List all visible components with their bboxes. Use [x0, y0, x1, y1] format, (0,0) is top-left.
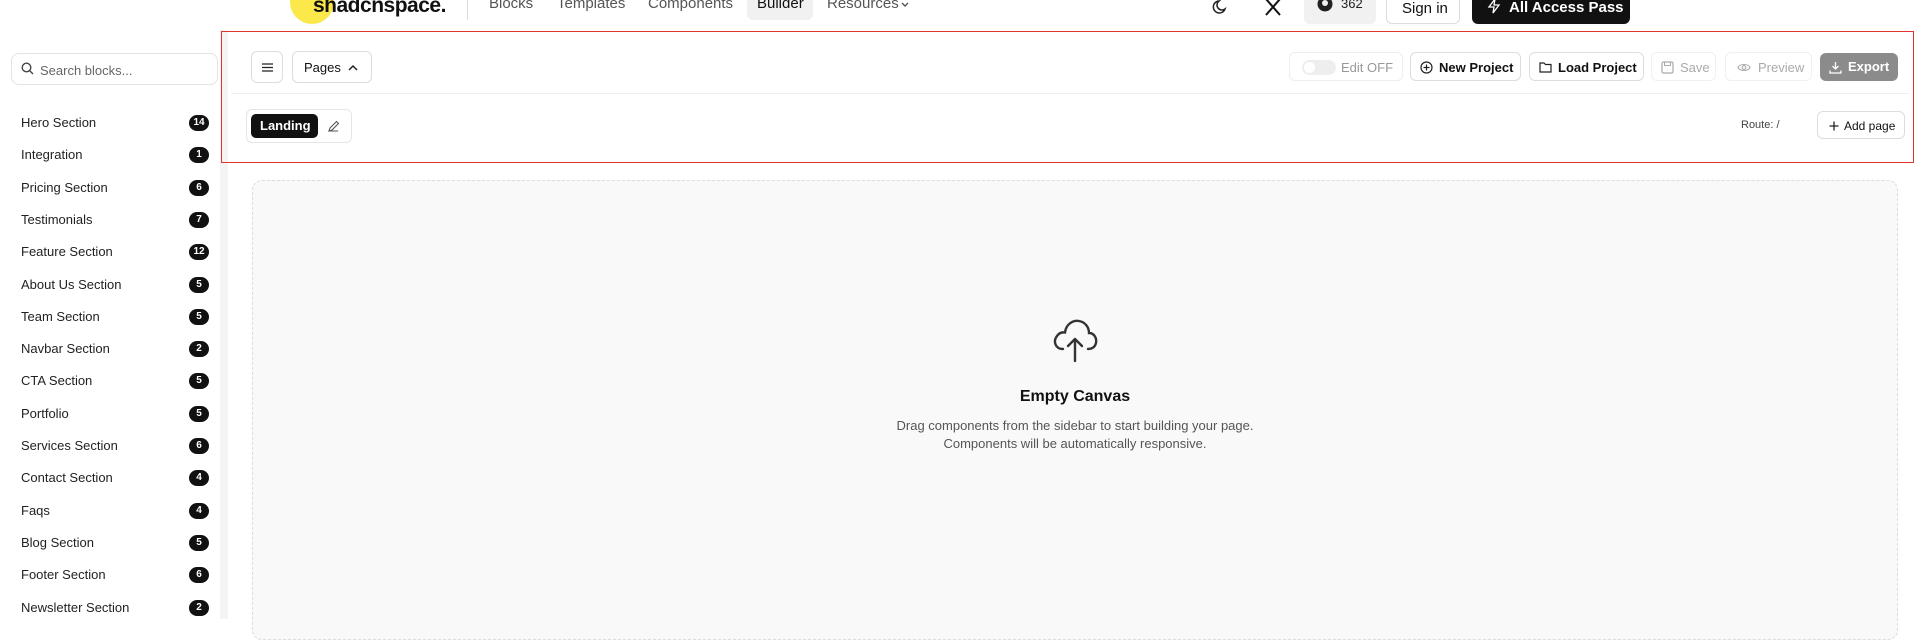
count-badge: 12 [189, 244, 209, 260]
nav-link-components[interactable]: Components [648, 0, 733, 12]
count-badge: 5 [189, 373, 209, 389]
load-project-button[interactable]: Load Project [1529, 52, 1644, 81]
sidebar-item[interactable]: Team Section 5 [21, 307, 209, 327]
search-box[interactable] [11, 53, 218, 85]
sidebar-item-label: CTA Section [21, 373, 93, 388]
pages-label: Pages [304, 60, 341, 75]
chevron-up-icon [348, 64, 358, 71]
new-project-button[interactable]: New Project [1410, 52, 1521, 81]
sidebar-item-label: Contact Section [21, 470, 113, 485]
empty-canvas-title: Empty Canvas [1019, 388, 1131, 405]
edit-toggle-label: Edit OFF [1341, 60, 1394, 75]
toggle-switch[interactable] [1302, 60, 1336, 75]
plus-circle-icon [1420, 61, 1433, 74]
edit-mode-toggle[interactable]: Edit OFF [1289, 52, 1403, 81]
folder-open-icon [1539, 62, 1552, 73]
sidebar-item-label: Blog Section [21, 535, 94, 550]
cloud-upload-icon [1053, 319, 1098, 363]
search-input[interactable] [40, 60, 210, 80]
nav-link-templates[interactable]: Templates [557, 0, 625, 12]
count-badge: 6 [189, 180, 209, 196]
empty-canvas-line-1: Drag components from the sidebar to star… [896, 418, 1254, 433]
sidebar-item[interactable]: Footer Section 6 [21, 565, 209, 585]
x-twitter-icon[interactable] [1262, 0, 1284, 18]
export-label: Export [1848, 59, 1890, 74]
pencil-icon[interactable] [327, 120, 340, 133]
page-tab-label: Landing [260, 118, 311, 133]
sidebar-item[interactable]: Integration 1 [21, 145, 209, 165]
nav-link-resources[interactable]: Resources [827, 0, 899, 12]
sidebar-item-label: Team Section [21, 309, 100, 324]
route-display: Route: / [1741, 119, 1780, 131]
sidebar-item-label: About Us Section [21, 277, 122, 292]
download-icon [1829, 62, 1842, 74]
search-icon [21, 62, 34, 75]
sidebar-item[interactable]: Testimonials 7 [21, 210, 209, 230]
add-page-label: Add page [1844, 119, 1896, 133]
page-tab-landing[interactable]: Landing [251, 114, 318, 138]
sidebar-item-label: Pricing Section [21, 180, 108, 195]
sign-in-button[interactable]: Sign in [1386, 0, 1460, 24]
count-badge: 5 [189, 309, 209, 325]
builder-canvas[interactable] [252, 180, 1898, 640]
sidebar-item-label: Navbar Section [21, 341, 110, 356]
sidebar-item[interactable]: Hero Section 14 [21, 113, 209, 133]
save-button[interactable]: Save [1651, 52, 1716, 81]
count-badge: 6 [189, 567, 209, 583]
count-badge: 2 [189, 341, 209, 357]
count-badge: 14 [189, 115, 209, 131]
count-badge: 4 [189, 470, 209, 486]
sidebar-item-label: Hero Section [21, 115, 97, 130]
chevron-down-icon [901, 2, 909, 7]
all-access-pass-button[interactable]: All Access Pass [1472, 0, 1630, 24]
sidebar-item[interactable]: Faqs 4 [21, 501, 209, 521]
plus-icon [1829, 121, 1839, 131]
new-project-label: New Project [1439, 60, 1514, 75]
nav-divider [467, 0, 468, 20]
count-badge: 5 [189, 277, 209, 293]
save-icon [1661, 61, 1674, 74]
sidebar-item-label: Testimonials [21, 212, 93, 227]
count-badge: 2 [189, 600, 209, 616]
sidebar-item[interactable]: Contact Section 4 [21, 468, 209, 488]
sidebar-item[interactable]: Pricing Section 6 [21, 178, 209, 198]
github-star-count: 362 [1341, 0, 1363, 11]
lightning-icon [1487, 0, 1501, 14]
sidebar-item[interactable]: Navbar Section 2 [21, 339, 209, 359]
sidebar-item-label: Footer Section [21, 567, 106, 582]
sign-in-label: Sign in [1402, 0, 1448, 17]
github-button[interactable] [1304, 0, 1376, 24]
count-badge: 7 [189, 212, 209, 228]
sidebar-item-label: Faqs [21, 503, 50, 518]
count-badge: 1 [189, 147, 209, 163]
menu-button[interactable] [251, 51, 283, 83]
top-navigation: shadcnspace. Blocks Templates Components… [0, 0, 1915, 30]
hamburger-icon [262, 63, 273, 72]
pages-dropdown[interactable]: Pages [292, 51, 372, 83]
nav-link-builder[interactable]: Builder [757, 0, 804, 12]
sidebar-item[interactable]: Blog Section 5 [21, 533, 209, 553]
logo[interactable]: shadcnspace. [313, 0, 446, 18]
eye-icon [1737, 63, 1751, 72]
sidebar-item-label: Newsletter Section [21, 600, 130, 615]
sidebar-item-label: Feature Section [21, 244, 113, 259]
count-badge: 4 [189, 503, 209, 519]
sidebar-item[interactable]: Feature Section 12 [21, 242, 209, 262]
add-page-button[interactable]: Add page [1817, 111, 1905, 139]
moon-icon[interactable] [1210, 0, 1232, 18]
nav-link-blocks[interactable]: Blocks [489, 0, 533, 12]
all-access-pass-label: All Access Pass [1509, 0, 1624, 16]
empty-canvas-line-2: Components will be automatically respons… [943, 436, 1207, 451]
sidebar-item[interactable]: About Us Section 5 [21, 275, 209, 295]
load-project-label: Load Project [1558, 60, 1637, 75]
page-tabs: Landing [246, 109, 352, 143]
save-label: Save [1680, 60, 1710, 75]
count-badge: 5 [189, 535, 209, 551]
export-button[interactable]: Export [1820, 53, 1898, 81]
sidebar-item[interactable]: Newsletter Section 2 [21, 598, 209, 618]
sidebar-item-label: Integration [21, 147, 83, 162]
preview-label: Preview [1758, 60, 1805, 75]
github-icon [1317, 0, 1333, 12]
preview-button[interactable]: Preview [1725, 52, 1812, 81]
